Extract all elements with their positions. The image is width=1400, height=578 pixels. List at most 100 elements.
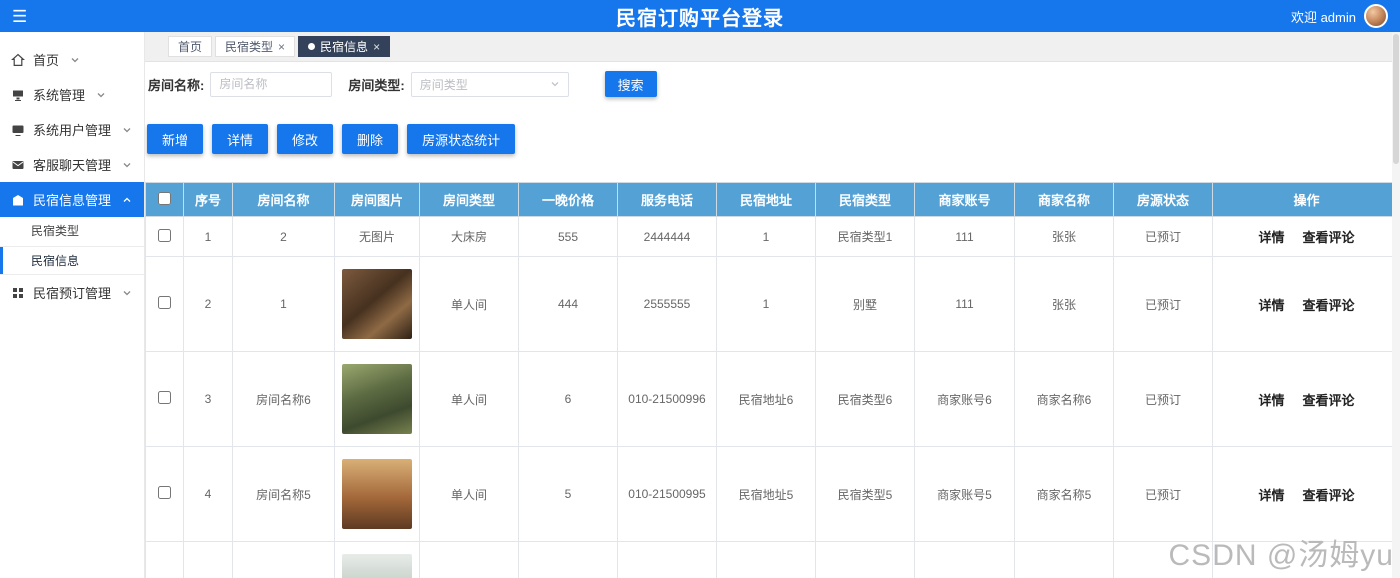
cell-merchant_name: 张张 — [1014, 256, 1114, 352]
row-actions-cell: 详情 查看评论 — [1212, 446, 1400, 542]
avatar[interactable] — [1364, 4, 1388, 28]
cell-address: 民宿地址5 — [716, 446, 816, 542]
sidebar-subitem-homestay-info-page[interactable]: 民宿信息 — [0, 246, 144, 275]
sidebar-item-system-users[interactable]: 系统用户管理 — [0, 112, 144, 147]
cell-seq: 4 — [183, 446, 233, 542]
row-checkbox-cell — [145, 256, 184, 352]
detail-button[interactable]: 详情 — [212, 124, 269, 154]
sidebar-item-homestay-booking[interactable]: 民宿预订管理 — [0, 275, 144, 310]
sidebar-item-homestay-info[interactable]: 民宿信息管理 — [0, 182, 144, 217]
cell-room_type: 单人间 — [419, 446, 519, 542]
menu-toggle-icon[interactable]: ☰ — [12, 8, 27, 25]
cell-status: 已预订 — [1113, 541, 1213, 578]
sidebar-item-home[interactable]: 首页 — [0, 42, 144, 77]
filter-bar: 房间名称: 房间类型: 房间类型 搜索 — [145, 62, 1400, 106]
view-comments-link[interactable]: 查看评论 — [1303, 488, 1355, 503]
chevron-down-icon — [122, 288, 132, 298]
sidebar-item-chat[interactable]: 客服聊天管理 — [0, 147, 144, 182]
row-checkbox-cell — [145, 541, 184, 578]
cell-phone: 010-21500994 — [617, 541, 717, 578]
sidebar-item-system[interactable]: 系统管理 — [0, 77, 144, 112]
tab-home[interactable]: 首页 — [168, 36, 213, 57]
view-comments-link[interactable]: 查看评论 — [1303, 393, 1355, 408]
row-checkbox[interactable] — [158, 486, 171, 499]
room-photo — [342, 364, 412, 434]
cell-homestay_type: 别墅 — [815, 256, 915, 352]
cell-phone: 010-21500995 — [617, 446, 717, 542]
cell-seq: 1 — [183, 216, 233, 257]
sidebar-item-label: 系统管理 — [33, 88, 86, 103]
row-checkbox-cell — [145, 351, 184, 447]
status-stats-button[interactable]: 房源状态统计 — [407, 124, 516, 154]
row-detail-link[interactable]: 详情 — [1258, 393, 1284, 408]
cell-merchant_account: 商家账号4 — [914, 541, 1015, 578]
add-button[interactable]: 新增 — [147, 124, 204, 154]
row-actions-cell: 详情 查看评论 — [1212, 351, 1400, 447]
chevron-down-icon — [550, 79, 560, 89]
row-detail-link[interactable]: 详情 — [1258, 298, 1284, 313]
tab-close-icon[interactable]: × — [278, 41, 285, 53]
row-detail-link[interactable]: 详情 — [1258, 488, 1284, 503]
column-header: 商家名称 — [1014, 182, 1114, 217]
tab-homestay-info[interactable]: 民宿信息 × — [298, 36, 391, 57]
cell-name: 房间名称6 — [232, 351, 335, 447]
tab-close-icon[interactable]: × — [373, 41, 380, 53]
cell-status: 已预订 — [1113, 256, 1213, 352]
table-row: 3 房间名称6 单人间 6 010-21500996 民宿地址6 民宿类型6 商家账号6 商家名… — [145, 351, 1400, 447]
sidebar: 首页系统管理系统用户管理 客服聊天管理民宿信息管理民宿类型 民宿信息民宿预订管理 — [0, 32, 145, 578]
tab-bar: 首页 民宿类型 × 民宿信息 × — [145, 32, 1400, 62]
table-row: 5房间名称4 单人间4010-21500994民宿地址4民宿类型4商家账号4商家名… — [145, 541, 1400, 578]
cell-room_type: 单人间 — [419, 541, 519, 578]
system-icon — [11, 88, 25, 102]
row-detail-link[interactable]: 详情 — [1258, 230, 1284, 245]
room-name-input[interactable] — [210, 71, 333, 97]
search-button[interactable]: 搜索 — [604, 71, 657, 97]
tab-label: 民宿类型 — [225, 40, 274, 54]
room-type-select[interactable]: 房间类型 — [410, 71, 569, 97]
row-checkbox[interactable] — [158, 296, 171, 309]
view-comments-link[interactable]: 查看评论 — [1303, 298, 1355, 313]
edit-button[interactable]: 修改 — [277, 124, 334, 154]
cell-merchant_name: 商家名称6 — [1014, 351, 1114, 447]
cell-room_type: 单人间 — [419, 256, 519, 352]
table-row: 4 房间名称5 单人间 5 010-21500995 民宿地址5 民宿类型5 商家账号5 商家名… — [145, 446, 1400, 542]
cell-name: 房间名称4 — [232, 541, 335, 578]
cell-name: 房间名称5 — [232, 446, 335, 542]
delete-button[interactable]: 删除 — [342, 124, 399, 154]
sidebar-subitem-homestay-type[interactable]: 民宿类型 — [0, 217, 144, 246]
tab-homestay-type[interactable]: 民宿类型 × — [215, 36, 296, 57]
chevron-down-icon — [122, 160, 132, 170]
cell-price: 4 — [518, 541, 618, 578]
user-area: 欢迎 admin — [1291, 4, 1388, 28]
main-layout: 首页 系统管理 系统用户管理 客服聊天管理 民宿信息管理 民宿类型 民宿信息 民宿预订管理 首… — [0, 32, 1400, 578]
column-header: 房间类型 — [419, 182, 519, 217]
sidebar-item-label: 民宿信息管理 — [33, 193, 112, 208]
cell-merchant_account: 商家账号6 — [914, 351, 1015, 447]
column-header: 商家账号 — [914, 182, 1015, 217]
toolbar: 新增 详情 修改 删除 房源状态统计 — [145, 106, 1400, 154]
topbar: ☰ 民宿订购平台登录 欢迎 admin — [0, 0, 1400, 32]
cell-merchant_name: 张张 — [1014, 216, 1114, 257]
row-checkbox[interactable] — [158, 391, 171, 404]
cell-image — [334, 351, 420, 447]
cell-price: 555 — [518, 216, 618, 257]
cell-seq: 5 — [183, 541, 233, 578]
cell-phone: 010-21500996 — [617, 351, 717, 447]
table-header-row: 序号 房间名称 房间图片 房间类型 一晚价格 服务电话 民宿地址 民宿类型 商家账号 商家名称 房源… — [145, 182, 1400, 217]
cell-room_type: 单人间 — [419, 351, 519, 447]
view-comments-link[interactable]: 查看评论 — [1303, 230, 1355, 245]
sidebar-item-label: 民宿预订管理 — [33, 286, 112, 301]
scrollbar-thumb[interactable] — [1393, 34, 1399, 164]
vertical-scrollbar[interactable] — [1392, 32, 1400, 578]
row-checkbox[interactable] — [158, 228, 171, 242]
cell-homestay_type: 民宿类型4 — [815, 541, 915, 578]
cell-merchant_account: 111 — [914, 216, 1015, 257]
no-image-text: 无图片 — [334, 216, 420, 257]
select-all-checkbox[interactable] — [158, 191, 171, 205]
cell-homestay_type: 民宿类型5 — [815, 446, 915, 542]
sidebar-item-label: 首页 — [33, 53, 60, 68]
tab-label: 首页 — [178, 40, 203, 54]
cell-price: 5 — [518, 446, 618, 542]
table-container: 序号 房间名称 房间图片 房间类型 一晚价格 服务电话 民宿地址 民宿类型 商家账号 商家名称 房源… — [145, 182, 1400, 578]
row-actions-cell: 详情 查看评论 — [1212, 216, 1400, 257]
